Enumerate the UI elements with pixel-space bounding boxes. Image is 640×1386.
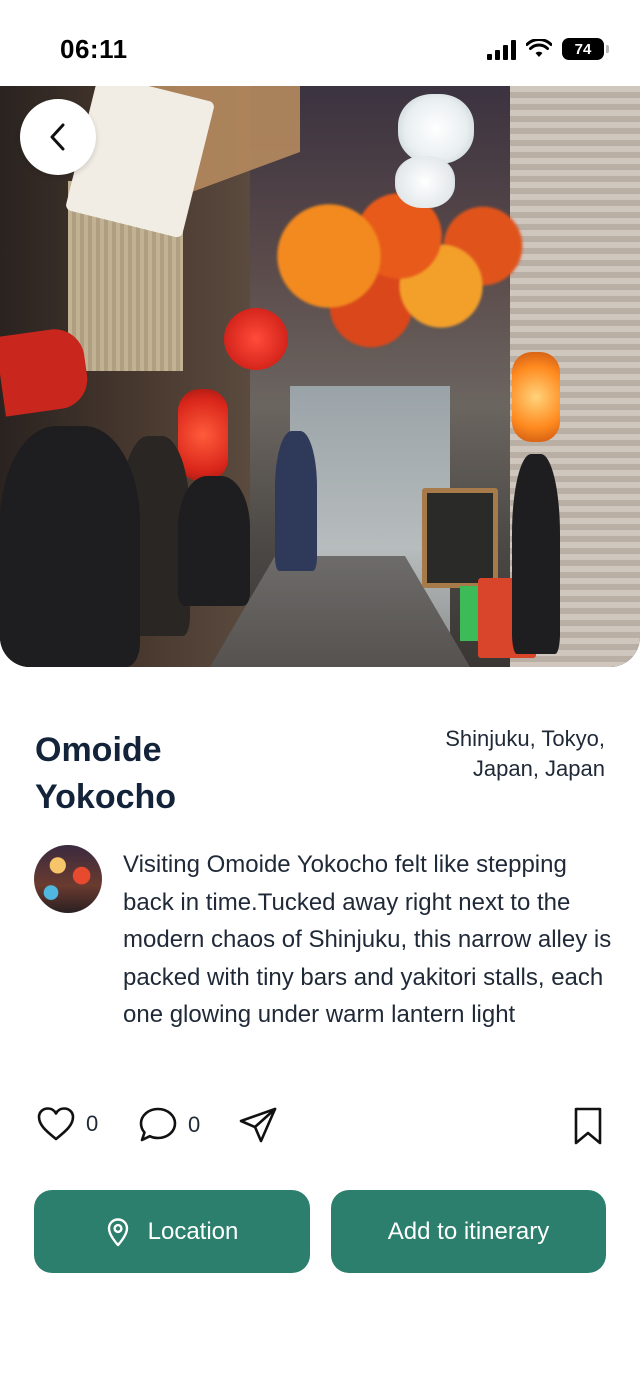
place-location: Shinjuku, Tokyo, Japan, Japan [445, 726, 605, 781]
like-button[interactable]: 0 [36, 1106, 98, 1142]
location-button-label: Location [147, 1217, 239, 1245]
share-icon [239, 1107, 277, 1143]
post-description: Visiting Omoide Yokocho felt like steppi… [123, 851, 612, 1029]
location-pin-icon [107, 1217, 128, 1246]
share-button[interactable] [238, 1106, 278, 1144]
battery-icon: 74 [562, 38, 609, 60]
back-icon [50, 123, 65, 151]
status-icons: 74 [487, 38, 609, 60]
add-to-itinerary-button[interactable]: Add to itinerary [331, 1190, 606, 1273]
like-count: 0 [86, 1111, 99, 1136]
heart-icon [37, 1107, 75, 1141]
comment-button[interactable]: 0 [138, 1106, 200, 1144]
bookmark-button[interactable] [572, 1106, 604, 1146]
action-row: 0 0 [36, 1106, 604, 1150]
bookmark-icon [574, 1107, 602, 1145]
hero-photo [0, 86, 640, 667]
comment-count: 0 [188, 1112, 201, 1137]
signal-icon [487, 38, 516, 60]
place-title: Omoide Yokocho [35, 731, 177, 816]
status-time: 06:11 [60, 34, 128, 64]
comment-icon [139, 1107, 177, 1142]
add-to-itinerary-label: Add to itinerary [387, 1217, 550, 1245]
location-button[interactable]: Location [34, 1190, 310, 1273]
wifi-icon [526, 39, 552, 57]
back-button[interactable] [20, 99, 96, 175]
status-bar: 06:11 74 [0, 0, 640, 86]
avatar[interactable] [34, 845, 102, 913]
